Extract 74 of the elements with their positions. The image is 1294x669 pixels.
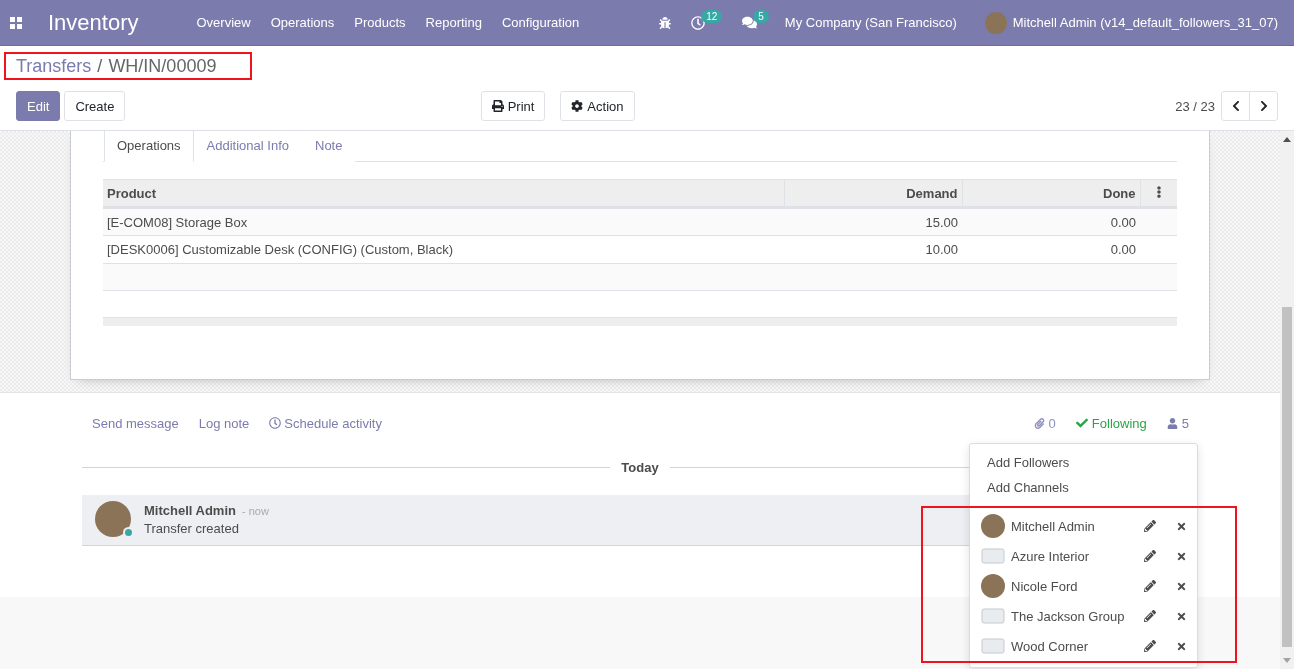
message-count-badge: 5 bbox=[753, 10, 769, 23]
user-icon bbox=[1166, 417, 1178, 429]
avatar bbox=[981, 574, 1005, 598]
tab[interactable]: Additional Info bbox=[193, 131, 302, 162]
pencil-icon[interactable] bbox=[1144, 580, 1156, 592]
menu-item[interactable]: Add Channels bbox=[970, 475, 1197, 500]
follower-name[interactable]: Azure Interior bbox=[1011, 548, 1090, 564]
close-icon[interactable] bbox=[1176, 640, 1187, 652]
check-icon bbox=[1075, 417, 1088, 429]
close-icon[interactable] bbox=[1176, 520, 1187, 532]
column-header[interactable]: Product bbox=[103, 179, 784, 208]
bug-icon[interactable] bbox=[659, 16, 672, 29]
app-name[interactable]: Inventory bbox=[48, 0, 139, 46]
message-text: Transfer created bbox=[144, 521, 240, 536]
menu-item[interactable]: Reporting bbox=[415, 0, 492, 46]
user-menu[interactable]: Mitchell Admin (v14_default_followers_31_07) bbox=[1012, 15, 1278, 30]
chatter-link[interactable]: Log note bbox=[198, 415, 250, 431]
column-header[interactable]: Demand bbox=[784, 179, 962, 208]
table-cell: 10.00 bbox=[784, 235, 962, 264]
pencil-icon[interactable] bbox=[1144, 520, 1156, 532]
pencil-icon[interactable] bbox=[1144, 610, 1156, 622]
pager-value: 23 / 23 bbox=[1175, 98, 1215, 114]
scroll-up-icon[interactable] bbox=[1283, 137, 1291, 142]
previous-button[interactable] bbox=[1221, 91, 1250, 121]
action-button[interactable]: Action bbox=[560, 91, 635, 121]
breadcrumb-link[interactable]: Transfers bbox=[16, 54, 92, 78]
company-switcher[interactable]: My Company (San Francisco) bbox=[784, 15, 975, 30]
edit-button[interactable]: Edit bbox=[16, 91, 61, 121]
tab[interactable]: Note bbox=[302, 131, 356, 162]
print-icon bbox=[491, 100, 504, 112]
tab[interactable]: Operations bbox=[104, 131, 194, 162]
gear-icon bbox=[571, 100, 584, 112]
chat-icon[interactable] bbox=[742, 15, 758, 30]
follower-name[interactable]: Mitchell Admin bbox=[1011, 518, 1095, 534]
menu-item[interactable]: Products bbox=[344, 0, 416, 46]
chatter-link[interactable]: Send message bbox=[92, 415, 179, 431]
schedule-activity-link[interactable]: Schedule activity bbox=[269, 415, 382, 431]
followers-button[interactable]: 5 bbox=[1166, 415, 1189, 431]
table-cell: 15.00 bbox=[784, 207, 962, 236]
table-cell: [E-COM08] Storage Box bbox=[103, 207, 784, 236]
close-icon[interactable] bbox=[1176, 580, 1187, 592]
clock-icon[interactable] bbox=[691, 15, 706, 30]
create-button[interactable]: Create bbox=[64, 91, 126, 121]
column-header[interactable]: Done bbox=[962, 179, 1140, 208]
activity-count-badge: 12 bbox=[701, 10, 723, 23]
follower-name[interactable]: Nicole Ford bbox=[1011, 578, 1078, 594]
table-cell: 0.00 bbox=[962, 235, 1140, 264]
close-icon[interactable] bbox=[1176, 610, 1187, 622]
menu-item[interactable]: Configuration bbox=[491, 0, 590, 46]
following-button[interactable]: Following bbox=[1075, 415, 1147, 431]
date-separator: Today bbox=[620, 459, 660, 475]
print-button[interactable]: Print bbox=[480, 91, 546, 121]
clock-icon bbox=[269, 417, 282, 429]
menu-item[interactable]: Overview bbox=[186, 0, 261, 46]
breadcrumb-separator: / bbox=[97, 55, 103, 78]
scrollbar-thumb[interactable] bbox=[1282, 307, 1292, 647]
table-cell: [DESK0006] Customizable Desk (CONFIG) (Custom, Black) bbox=[103, 235, 784, 264]
avatar bbox=[981, 514, 1005, 538]
pencil-icon[interactable] bbox=[1144, 550, 1156, 562]
pencil-icon[interactable] bbox=[1144, 640, 1156, 652]
author-avatar bbox=[95, 501, 131, 537]
table-cell: 0.00 bbox=[962, 207, 1140, 236]
menu-item[interactable]: Add Followers bbox=[970, 450, 1197, 475]
paperclip-icon bbox=[1033, 417, 1045, 429]
follower-name[interactable]: The Jackson Group bbox=[1011, 608, 1125, 624]
follower-name[interactable]: Wood Corner bbox=[1011, 638, 1089, 654]
breadcrumb-current: WH/IN/00009 bbox=[108, 55, 217, 78]
close-icon[interactable] bbox=[1176, 550, 1187, 562]
message-author: Mitchell Admin bbox=[144, 503, 236, 518]
attachments-button[interactable]: 0 bbox=[1033, 415, 1056, 431]
apps-menu-icon[interactable] bbox=[10, 16, 22, 29]
message-time: - now bbox=[241, 505, 269, 517]
next-button[interactable] bbox=[1249, 91, 1278, 121]
menu-item[interactable]: Operations bbox=[260, 0, 345, 46]
